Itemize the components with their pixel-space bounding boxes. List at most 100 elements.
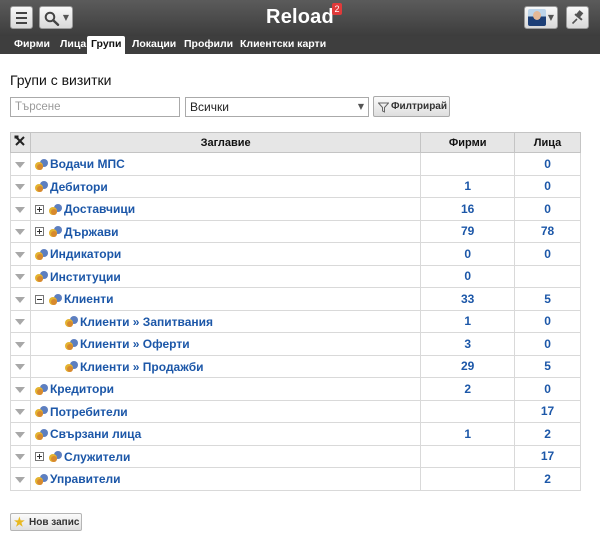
row-companies-count[interactable]: 1: [420, 422, 516, 446]
row-persons-count[interactable]: 0: [514, 242, 581, 266]
row-persons-count[interactable]: 0: [514, 174, 581, 198]
group-icon: [64, 338, 78, 350]
row-title-link[interactable]: Институции: [50, 270, 121, 284]
row-menu-cell[interactable]: [10, 309, 31, 333]
tab-groups[interactable]: Групи: [87, 36, 126, 54]
row-companies-count[interactable]: [420, 152, 516, 176]
row-persons-count[interactable]: 0: [514, 332, 581, 356]
row-title-link[interactable]: Индикатори: [50, 247, 121, 261]
row-title-link[interactable]: Клиенти » Оферти: [80, 337, 190, 351]
row-title-link[interactable]: Дебитори: [50, 180, 108, 194]
row-companies-count[interactable]: 0: [420, 242, 516, 266]
row-title-link[interactable]: Потребители: [50, 405, 128, 419]
row-menu-icon[interactable]: [15, 251, 26, 258]
row-title-link[interactable]: Държави: [64, 225, 119, 239]
row-title-link[interactable]: Доставчици: [64, 202, 135, 216]
expand-icon[interactable]: [34, 452, 44, 462]
row-menu-icon[interactable]: [15, 296, 26, 303]
row-title-link[interactable]: Служители: [64, 450, 130, 464]
row-menu-icon[interactable]: [15, 319, 26, 326]
row-menu-icon[interactable]: [15, 454, 26, 461]
tab-firms[interactable]: Фирми: [10, 36, 54, 54]
tools-icon: [14, 135, 26, 146]
row-menu-cell[interactable]: [10, 219, 31, 243]
row-menu-cell[interactable]: [10, 377, 31, 401]
row-menu-cell[interactable]: [10, 332, 31, 356]
search-input[interactable]: [10, 97, 180, 117]
tab-locations[interactable]: Локации: [128, 36, 180, 54]
row-menu-cell[interactable]: [10, 287, 31, 311]
row-menu-icon[interactable]: [15, 229, 26, 236]
column-title[interactable]: Заглавие: [29, 132, 422, 153]
row-menu-cell[interactable]: [10, 197, 31, 221]
row-persons-count[interactable]: 5: [514, 287, 581, 311]
row-menu-cell[interactable]: [10, 399, 31, 423]
row-menu-icon[interactable]: [15, 184, 26, 191]
row-companies-count[interactable]: 16: [420, 197, 516, 221]
row-persons-count[interactable]: 2: [514, 422, 581, 446]
pin-button[interactable]: [566, 6, 589, 29]
row-persons-count[interactable]: 0: [514, 377, 581, 401]
row-companies-count[interactable]: 33: [420, 287, 516, 311]
row-title-link[interactable]: Клиенти: [64, 292, 114, 306]
row-menu-cell[interactable]: [10, 354, 31, 378]
row-menu-icon[interactable]: [15, 409, 26, 416]
row-title-cell: Институции: [29, 264, 422, 288]
row-menu-icon[interactable]: [15, 431, 26, 438]
row-menu-cell[interactable]: [10, 422, 31, 446]
row-menu-cell[interactable]: [10, 264, 31, 288]
app-title[interactable]: Reload: [0, 6, 600, 29]
row-companies-count[interactable]: [420, 444, 516, 468]
row-menu-cell[interactable]: [10, 174, 31, 198]
row-companies-count[interactable]: [420, 399, 516, 423]
row-title-link[interactable]: Кредитори: [50, 382, 114, 396]
tab-client-cards[interactable]: Клиентски карти: [236, 36, 330, 54]
row-persons-count[interactable]: 0: [514, 152, 581, 176]
column-persons[interactable]: Лица: [514, 132, 581, 153]
row-persons-count[interactable]: [514, 264, 581, 288]
row-companies-count[interactable]: 3: [420, 332, 516, 356]
row-persons-count[interactable]: 0: [514, 309, 581, 333]
row-title-link[interactable]: Клиенти » Запитвания: [80, 315, 213, 329]
row-companies-count[interactable]: [420, 467, 516, 491]
row-companies-count[interactable]: 2: [420, 377, 516, 401]
row-persons-count[interactable]: 2: [514, 467, 581, 491]
row-persons-count[interactable]: 17: [514, 399, 581, 423]
row-menu-icon[interactable]: [15, 161, 26, 168]
column-companies[interactable]: Фирми: [420, 132, 516, 153]
user-menu-button[interactable]: ▼: [524, 6, 558, 29]
group-filter-select[interactable]: Всички ▼: [185, 97, 369, 117]
row-title-link[interactable]: Клиенти » Продажби: [80, 360, 204, 374]
row-menu-cell[interactable]: [10, 152, 31, 176]
row-menu-cell[interactable]: [10, 467, 31, 491]
row-menu-icon[interactable]: [15, 386, 26, 393]
row-menu-icon[interactable]: [15, 206, 26, 213]
notification-badge[interactable]: 2: [332, 3, 342, 15]
row-menu-icon[interactable]: [15, 341, 26, 348]
tab-profiles[interactable]: Профили: [180, 36, 237, 54]
row-menu-icon[interactable]: [15, 364, 26, 371]
row-persons-count[interactable]: 17: [514, 444, 581, 468]
row-companies-count[interactable]: 79: [420, 219, 516, 243]
row-companies-count[interactable]: 1: [420, 174, 516, 198]
expand-icon[interactable]: [34, 204, 44, 214]
new-record-button[interactable]: ★ Нов запис: [10, 513, 82, 531]
row-menu-icon[interactable]: [15, 274, 26, 281]
collapse-icon[interactable]: [34, 294, 44, 304]
tab-persons[interactable]: Лица: [56, 36, 90, 54]
row-menu-cell[interactable]: [10, 444, 31, 468]
row-companies-count[interactable]: 29: [420, 354, 516, 378]
row-persons-count[interactable]: 5: [514, 354, 581, 378]
row-title-link[interactable]: Свързани лица: [50, 427, 141, 441]
row-menu-icon[interactable]: [15, 476, 26, 483]
row-title-link[interactable]: Водачи МПС: [50, 157, 125, 171]
expand-icon[interactable]: [34, 227, 44, 237]
row-persons-count[interactable]: 0: [514, 197, 581, 221]
filter-button[interactable]: Филтрирай: [373, 96, 450, 117]
row-title-cell: Клиенти » Оферти: [29, 332, 422, 356]
row-menu-cell[interactable]: [10, 242, 31, 266]
row-companies-count[interactable]: 0: [420, 264, 516, 288]
row-companies-count[interactable]: 1: [420, 309, 516, 333]
row-title-link[interactable]: Управители: [50, 472, 121, 486]
row-persons-count[interactable]: 78: [514, 219, 581, 243]
